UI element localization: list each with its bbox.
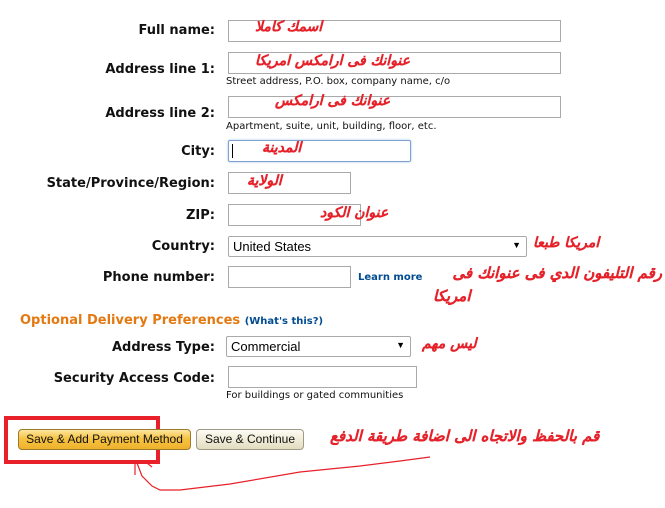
- arrow-head: [146, 462, 153, 468]
- arrow-curve: [136, 456, 431, 491]
- annotation-arrow: [134, 456, 431, 491]
